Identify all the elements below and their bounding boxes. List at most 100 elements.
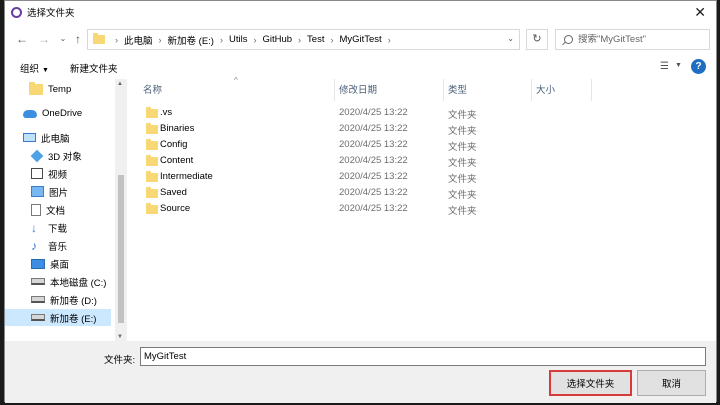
sidebar-item-onedrive[interactable]: OneDrive bbox=[5, 105, 111, 122]
file-type: 文件夹 bbox=[448, 206, 477, 217]
file-row[interactable]: Content 2020/4/25 13:22 文件夹 bbox=[138, 154, 698, 169]
title-bar: 选择文件夹 ✕ bbox=[5, 1, 716, 23]
caret-down-icon: ▼ bbox=[42, 67, 49, 74]
file-row[interactable]: Intermediate 2020/4/25 13:22 文件夹 bbox=[138, 170, 698, 185]
search-input[interactable] bbox=[578, 34, 708, 45]
file-date: 2020/4/25 13:22 bbox=[339, 123, 408, 134]
scroll-up-arrow-icon[interactable]: ▲ bbox=[117, 81, 123, 87]
file-row[interactable]: Config 2020/4/25 13:22 文件夹 bbox=[138, 138, 698, 153]
file-row[interactable]: Binaries 2020/4/25 13:22 文件夹 bbox=[138, 122, 698, 137]
column-header-type[interactable]: 类型 bbox=[443, 79, 531, 102]
chevron-down-icon[interactable]: ⌄ bbox=[507, 34, 514, 43]
sidebar-item-drive-c[interactable]: 本地磁盘 (C:) bbox=[5, 273, 111, 290]
sidebar-item-drive-e[interactable]: 新加卷 (E:) bbox=[5, 309, 111, 326]
sidebar-item-label: 图片 bbox=[49, 187, 69, 199]
close-icon[interactable]: ✕ bbox=[694, 4, 706, 21]
file-name: Binaries bbox=[160, 123, 195, 134]
organize-label: 组织 bbox=[20, 64, 40, 75]
organize-button[interactable]: 组织 ▼ bbox=[20, 61, 49, 75]
sidebar-item-label: 3D 对象 bbox=[48, 151, 82, 163]
breadcrumb-item[interactable]: Utils bbox=[229, 34, 247, 45]
file-date: 2020/4/25 13:22 bbox=[339, 187, 408, 198]
new-folder-button[interactable]: 新建文件夹 bbox=[70, 61, 118, 75]
back-arrow-icon[interactable]: ← bbox=[13, 30, 31, 48]
file-row[interactable]: .vs 2020/4/25 13:22 文件夹 bbox=[138, 106, 698, 121]
column-header-date[interactable]: 修改日期 bbox=[334, 79, 443, 102]
select-folder-button[interactable]: 选择文件夹 bbox=[549, 370, 632, 396]
this-pc-icon bbox=[23, 133, 36, 142]
documents-icon bbox=[31, 203, 41, 216]
pictures-icon bbox=[31, 186, 44, 197]
breadcrumb-item[interactable]: GitHub bbox=[262, 34, 292, 45]
sidebar-item-this-pc[interactable]: 此电脑 bbox=[5, 129, 111, 146]
sidebar-item-pictures[interactable]: 图片 bbox=[5, 183, 111, 200]
refresh-icon[interactable]: ↻ bbox=[526, 29, 548, 50]
cancel-button[interactable]: 取消 bbox=[637, 370, 706, 396]
file-type: 文件夹 bbox=[448, 126, 477, 137]
column-header-size[interactable]: 大小 bbox=[531, 79, 591, 102]
file-type: 文件夹 bbox=[448, 110, 477, 121]
sidebar-item-drive-d[interactable]: 新加卷 (D:) bbox=[5, 291, 111, 308]
breadcrumb-item[interactable]: 此电脑 bbox=[124, 33, 153, 47]
file-type: 文件夹 bbox=[448, 190, 477, 201]
file-type: 文件夹 bbox=[448, 142, 477, 153]
onedrive-icon bbox=[23, 109, 37, 118]
column-header-name[interactable]: 名称 bbox=[138, 79, 334, 102]
folder-icon bbox=[146, 123, 158, 134]
search-box[interactable] bbox=[555, 29, 710, 50]
sidebar-item-music[interactable]: ♪ 音乐 bbox=[5, 237, 111, 254]
drive-icon bbox=[31, 314, 45, 321]
file-name: Config bbox=[160, 139, 188, 150]
file-name: .vs bbox=[160, 107, 173, 118]
file-row[interactable]: Source 2020/4/25 13:22 文件夹 bbox=[138, 202, 698, 217]
sidebar-item-temp[interactable]: Temp bbox=[5, 81, 111, 98]
file-list: ^ 名称 修改日期 类型 大小 .vs 2020/4/25 13:22 文件夹 … bbox=[138, 76, 713, 341]
sidebar-item-3d-objects[interactable]: 3D 对象 bbox=[5, 147, 111, 164]
sidebar-item-videos[interactable]: 视频 bbox=[5, 165, 111, 182]
sidebar-scrollbar[interactable]: ▲ ▼ bbox=[115, 79, 127, 341]
scroll-down-arrow-icon[interactable]: ▼ bbox=[117, 334, 123, 340]
breadcrumb-item[interactable]: 新加卷 (E:) bbox=[168, 33, 214, 47]
breadcrumb-item[interactable]: Test bbox=[307, 34, 324, 45]
chevron-right-icon[interactable]: › bbox=[159, 35, 162, 45]
help-icon[interactable]: ? bbox=[691, 59, 706, 74]
chevron-right-icon[interactable]: › bbox=[330, 35, 333, 45]
file-name: Intermediate bbox=[160, 171, 213, 182]
chevron-right-icon[interactable]: › bbox=[388, 35, 391, 45]
sidebar-item-label: 音乐 bbox=[48, 241, 68, 253]
folder-icon bbox=[146, 187, 158, 198]
breadcrumb-item[interactable]: MyGitTest bbox=[339, 34, 381, 45]
file-date: 2020/4/25 13:22 bbox=[339, 155, 408, 166]
file-type: 文件夹 bbox=[448, 158, 477, 169]
sidebar-item-label: 桌面 bbox=[50, 259, 70, 271]
sidebar-item-label: Temp bbox=[48, 84, 72, 95]
folder-name-field[interactable] bbox=[140, 347, 706, 366]
videos-icon bbox=[31, 168, 43, 179]
sidebar-item-downloads[interactable]: ↓ 下载 bbox=[5, 219, 111, 236]
file-name: Saved bbox=[160, 187, 187, 198]
file-date: 2020/4/25 13:22 bbox=[339, 139, 408, 150]
scrollbar-thumb[interactable] bbox=[118, 175, 124, 323]
file-date: 2020/4/25 13:22 bbox=[339, 171, 408, 182]
address-bar[interactable]: › 此电脑 › 新加卷 (E:) › Utils › GitHub › Test… bbox=[87, 29, 520, 50]
folder-icon bbox=[146, 107, 158, 118]
sidebar-item-documents[interactable]: 文档 bbox=[5, 201, 111, 218]
chevron-right-icon[interactable]: › bbox=[220, 35, 223, 45]
sidebar-item-desktop[interactable]: 桌面 bbox=[5, 255, 111, 272]
sidebar-item-label: OneDrive bbox=[42, 108, 83, 119]
caret-down-icon[interactable]: ▼ bbox=[675, 62, 682, 69]
view-options-icon[interactable]: ☰ bbox=[660, 61, 669, 72]
folder-icon bbox=[146, 155, 158, 166]
search-icon bbox=[564, 35, 573, 44]
chevron-right-icon[interactable]: › bbox=[298, 35, 301, 45]
folder-field-label: 文件夹: bbox=[104, 355, 136, 366]
folder-icon bbox=[146, 171, 158, 182]
chevron-right-icon[interactable]: › bbox=[253, 35, 256, 45]
chevron-right-icon[interactable]: › bbox=[115, 35, 118, 45]
file-date: 2020/4/25 13:22 bbox=[339, 203, 408, 214]
column-divider[interactable] bbox=[591, 79, 592, 101]
file-name: Content bbox=[160, 155, 194, 166]
forward-arrow-icon[interactable]: → bbox=[35, 30, 53, 48]
up-arrow-icon[interactable]: ↑ bbox=[69, 30, 87, 48]
file-row[interactable]: Saved 2020/4/25 13:22 文件夹 bbox=[138, 186, 698, 201]
